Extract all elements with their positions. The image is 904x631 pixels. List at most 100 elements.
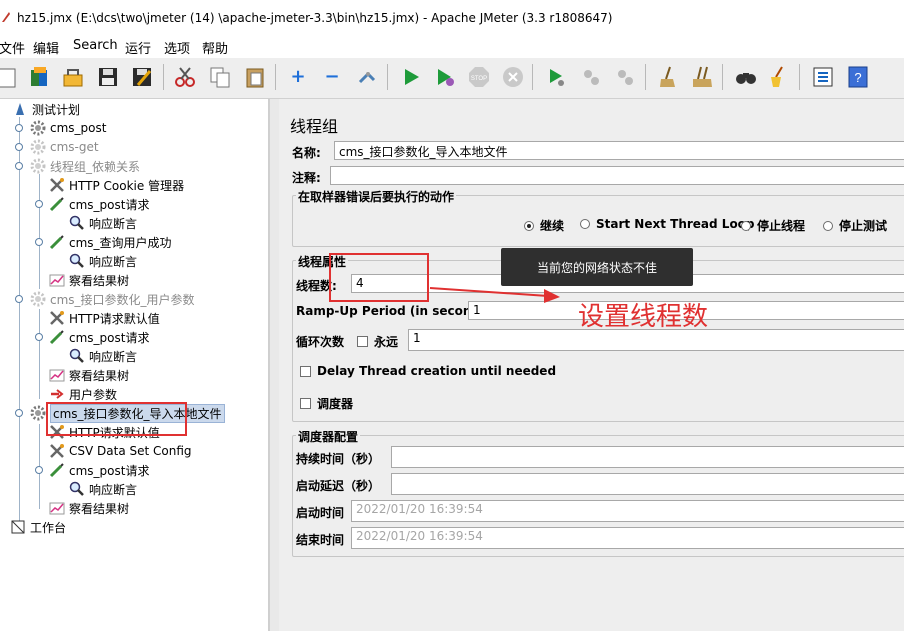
startup-delay-field[interactable] bbox=[391, 473, 904, 495]
tree-expander[interactable] bbox=[35, 200, 43, 208]
menu-search[interactable]: Search bbox=[73, 38, 118, 53]
tree-expander[interactable] bbox=[15, 162, 23, 170]
copy-icon[interactable] bbox=[205, 62, 235, 92]
start-icon[interactable] bbox=[396, 62, 426, 92]
tree-node-sampler[interactable]: cms_post请求 bbox=[49, 461, 149, 479]
shutdown-icon[interactable] bbox=[498, 62, 528, 92]
stop-icon[interactable]: STOP bbox=[464, 62, 494, 92]
radio-continue[interactable]: 继续 bbox=[524, 217, 564, 234]
save-icon[interactable] bbox=[93, 62, 123, 92]
jmeter-feather-icon bbox=[2, 12, 10, 22]
templates-icon[interactable] bbox=[25, 62, 55, 92]
radio-dot bbox=[580, 219, 590, 229]
tree-node-label: cms_接口参数化_用户参数 bbox=[50, 292, 195, 307]
assertion-magnifier-icon bbox=[69, 253, 85, 269]
expand-icon[interactable]: + bbox=[283, 62, 313, 92]
comment-field[interactable] bbox=[330, 166, 904, 185]
duration-label: 持续时间（秒） bbox=[296, 452, 381, 466]
tree-node-label: cms_post请求 bbox=[69, 463, 150, 478]
sampler-pen-icon bbox=[49, 196, 65, 212]
tree-expander[interactable] bbox=[35, 333, 43, 341]
cut-icon[interactable] bbox=[170, 62, 200, 92]
tree-node-label: 响应断言 bbox=[89, 349, 138, 364]
toast-text: 当前您的网络状态不佳 bbox=[536, 260, 657, 275]
tree-node-thread-group[interactable]: cms-get bbox=[30, 138, 99, 156]
help-icon[interactable]: ? bbox=[843, 62, 873, 92]
tree-expander[interactable] bbox=[15, 143, 23, 151]
tree-node-assertion[interactable]: 响应断言 bbox=[69, 347, 137, 365]
tree-node-assertion[interactable]: 响应断言 bbox=[69, 214, 137, 232]
menu-help[interactable]: 帮助 bbox=[202, 38, 228, 57]
tree-node-listener[interactable]: 察看结果树 bbox=[49, 366, 129, 384]
tree-node-thread-group[interactable]: 线程组_依赖关系 bbox=[30, 157, 140, 175]
radio-stop-thread[interactable]: 停止线程 bbox=[741, 217, 805, 234]
delay-thread-creation-checkbox[interactable]: Delay Thread creation until needed bbox=[300, 364, 556, 378]
tree-node-listener[interactable]: 察看结果树 bbox=[49, 499, 129, 517]
duration-field[interactable] bbox=[391, 446, 904, 468]
tree-node-sampler[interactable]: cms_post请求 bbox=[49, 195, 149, 213]
clear-icon[interactable] bbox=[653, 62, 683, 92]
function-helper-icon[interactable] bbox=[808, 62, 838, 92]
tree-node-assertion[interactable]: 响应断言 bbox=[69, 252, 137, 270]
listener-chart-icon bbox=[49, 272, 65, 288]
tree-expander[interactable] bbox=[15, 295, 23, 303]
menu-file[interactable]: 文件 bbox=[0, 38, 25, 57]
assertion-magnifier-icon bbox=[69, 215, 85, 231]
start-no-pause-icon[interactable] bbox=[430, 62, 460, 92]
tree-node-config[interactable]: CSV Data Set Config bbox=[49, 442, 192, 460]
tree-node-thread-group[interactable]: cms_接口参数化_用户参数 bbox=[30, 290, 195, 308]
config-tool-icon bbox=[49, 443, 65, 459]
menu-run[interactable]: 运行 bbox=[125, 38, 151, 57]
thread-group-icon bbox=[30, 291, 46, 307]
tree-node-config[interactable]: HTTP请求默认值 bbox=[49, 309, 160, 327]
tree-expander[interactable] bbox=[15, 124, 23, 132]
sampler-pen-icon bbox=[49, 329, 65, 345]
toolbar-separator bbox=[275, 64, 276, 90]
save-as-icon[interactable] bbox=[127, 62, 157, 92]
reset-search-icon[interactable] bbox=[764, 62, 794, 92]
tree-node-label: 察看结果树 bbox=[69, 273, 130, 288]
tree-expander[interactable] bbox=[15, 409, 23, 417]
tree-node-sampler[interactable]: cms_post请求 bbox=[49, 328, 149, 346]
end-time-field[interactable]: 2022/01/20 16:39:54 bbox=[351, 527, 904, 549]
radio-start-next-loop[interactable]: Start Next Thread Loop bbox=[580, 217, 755, 231]
checkbox-box bbox=[300, 398, 311, 409]
remote-start-icon[interactable] bbox=[541, 62, 571, 92]
menu-options[interactable]: 选项 bbox=[164, 38, 190, 57]
end-time-label: 结束时间 bbox=[296, 533, 345, 547]
tree-node-config[interactable]: HTTP Cookie 管理器 bbox=[49, 176, 184, 194]
tree-node-thread-group[interactable]: cms_post bbox=[30, 119, 106, 137]
tree-node-workbench[interactable]: 工作台 bbox=[10, 518, 66, 536]
menu-edit[interactable]: 编辑 bbox=[33, 38, 59, 57]
scheduler-checkbox[interactable]: 调度器 bbox=[300, 395, 353, 412]
tree-node-label: cms_post请求 bbox=[69, 330, 150, 345]
collapse-icon[interactable]: − bbox=[317, 62, 347, 92]
tree-expander[interactable] bbox=[35, 466, 43, 474]
svg-text:STOP: STOP bbox=[471, 76, 487, 82]
remote-shutdown-icon[interactable] bbox=[610, 62, 640, 92]
forever-checkbox[interactable]: 永远 bbox=[357, 333, 398, 350]
sampler-pen-icon bbox=[49, 462, 65, 478]
tree-node-preprocessor[interactable]: 用户参数 bbox=[49, 385, 117, 403]
test-plan-tree: 测试计划 cms_post cms-get 线程组_依赖关系 HTTP Cook… bbox=[0, 99, 269, 631]
checkbox-box bbox=[357, 336, 368, 347]
paste-icon[interactable] bbox=[240, 62, 270, 92]
toolbar: + − STOP ? bbox=[0, 58, 904, 99]
tree-node-assertion[interactable]: 响应断言 bbox=[69, 480, 137, 498]
toolbar-separator bbox=[387, 64, 388, 90]
tree-node-test-plan[interactable]: 测试计划 bbox=[12, 100, 80, 118]
tree-expander[interactable] bbox=[35, 238, 43, 246]
open-icon[interactable] bbox=[58, 62, 88, 92]
tree-node-sampler[interactable]: cms_查询用户成功 bbox=[49, 233, 172, 251]
window-title-bar: hz15.jmx (E:\dcs\two\jmeter (14) \apache… bbox=[0, 0, 904, 35]
radio-stop-test[interactable]: 停止测试 bbox=[823, 217, 887, 234]
new-icon[interactable] bbox=[0, 62, 22, 92]
remote-stop-icon[interactable] bbox=[576, 62, 606, 92]
start-time-field[interactable]: 2022/01/20 16:39:54 bbox=[351, 500, 904, 522]
name-field[interactable]: cms_接口参数化_导入本地文件 bbox=[334, 141, 904, 160]
annotation-box-thread-count bbox=[329, 253, 429, 302]
clear-all-icon[interactable] bbox=[688, 62, 718, 92]
toggle-icon[interactable] bbox=[352, 62, 382, 92]
search-icon[interactable] bbox=[731, 62, 761, 92]
tree-node-listener[interactable]: 察看结果树 bbox=[49, 271, 129, 289]
